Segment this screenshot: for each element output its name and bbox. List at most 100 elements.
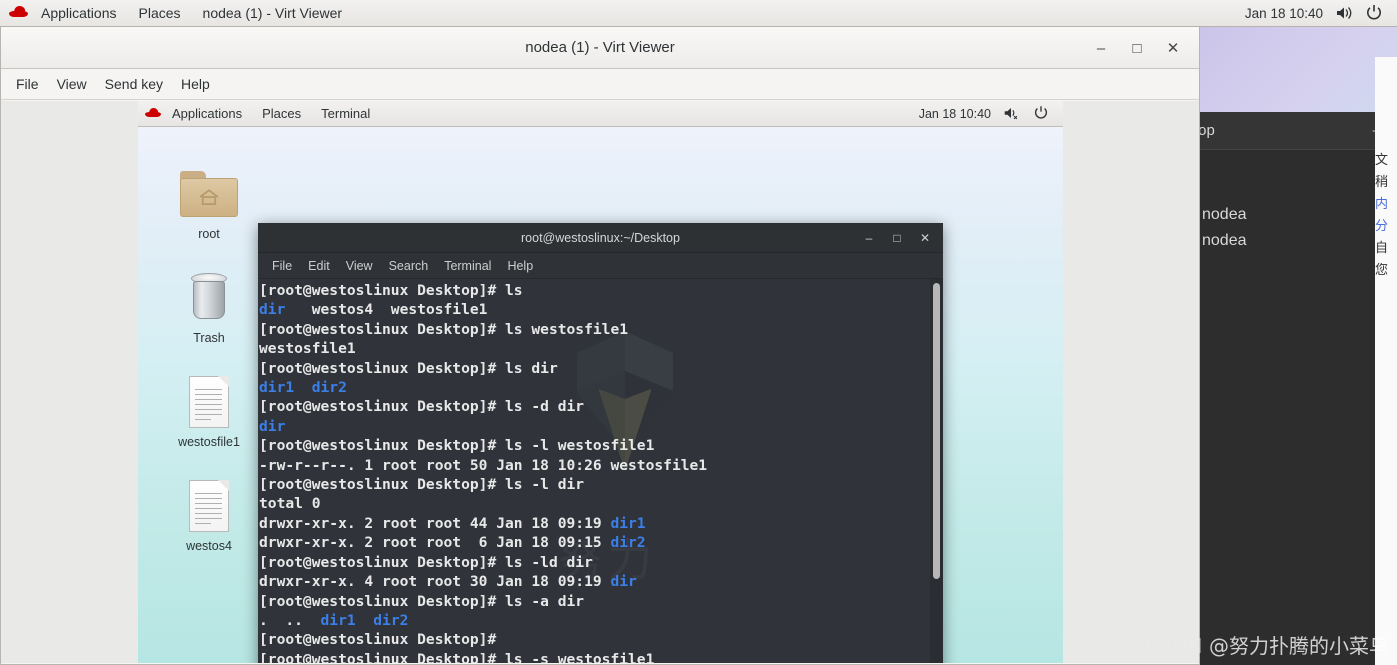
right-edge-char: 您 <box>1375 262 1389 277</box>
shell-command: ls -l westosfile1 <box>505 437 655 455</box>
guest-clock[interactable]: Jan 18 10:40 <box>913 107 997 121</box>
background-window-titlebar[interactable]: top – <box>1180 112 1397 150</box>
shell-command: ls -l dir <box>505 476 585 494</box>
desktop-icon-group: root Trash westosfile1 westos4 <box>154 163 264 579</box>
virt-viewer-window-controls: – □ ✕ <box>1083 27 1191 69</box>
output-text: westos4 westosfile1 <box>285 301 488 319</box>
terminal-prompt-line: [root@westoslinux Desktop]# ls -l westos… <box>259 436 943 455</box>
output-text: . .. <box>259 611 321 629</box>
list-item[interactable]: nodea <box>1202 202 1397 228</box>
terminal-titlebar[interactable]: root@westoslinux:~/Desktop – □ ✕ <box>258 223 943 253</box>
desktop-icon-label: westosfile1 <box>178 435 240 449</box>
terminal-prompt-line: [root@westoslinux Desktop]# ls -l dir <box>259 475 943 494</box>
menu-help[interactable]: Help <box>172 70 219 98</box>
minimize-button[interactable]: – <box>1083 27 1119 69</box>
menu-edit[interactable]: Edit <box>300 254 338 278</box>
terminal-output-line: dir <box>259 417 943 436</box>
document-icon <box>154 475 264 537</box>
watermark-site: CSDN <box>1145 634 1203 658</box>
terminal-prompt-line: [root@westoslinux Desktop]# ls -s westos… <box>259 650 943 663</box>
desktop-icon-label: root <box>198 227 220 241</box>
desktop-icon-label: westos4 <box>186 539 232 553</box>
right-edge-char: 文 <box>1375 152 1389 167</box>
home-folder-icon <box>154 163 264 225</box>
directory-name: dir <box>259 417 286 435</box>
close-button[interactable]: ✕ <box>911 223 939 253</box>
background-window[interactable] <box>1180 112 1397 665</box>
power-icon[interactable] <box>1032 104 1052 124</box>
redhat-logo-icon <box>8 3 30 23</box>
desktop-icon-trash[interactable]: Trash <box>154 267 264 345</box>
terminal-prompt-line: [root@westoslinux Desktop]# ls -ld dir <box>259 553 943 572</box>
host-clock[interactable]: Jan 18 10:40 <box>1239 6 1329 21</box>
terminal-prompt-line: [root@westoslinux Desktop]# ls dir <box>259 359 943 378</box>
shell-command: ls westosfile1 <box>505 320 629 338</box>
places-menu[interactable]: Places <box>128 0 192 26</box>
volume-icon[interactable] <box>1334 3 1354 23</box>
desktop-icon-westosfile1[interactable]: westosfile1 <box>154 371 264 449</box>
guest-vm-screen: Applications Places Terminal Jan 18 10:4… <box>138 101 1063 663</box>
desktop-icon-label: Trash <box>193 331 225 345</box>
active-window-item[interactable]: nodea (1) - Virt Viewer <box>192 0 354 26</box>
directory-name: dir1 <box>610 514 646 532</box>
terminal-output-line: westosfile1 <box>259 339 943 358</box>
minimize-button[interactable]: – <box>855 223 883 253</box>
terminal-output-line: drwxr-xr-x. 2 root root 44 Jan 18 09:19 … <box>259 514 943 533</box>
directory-name: dir2 <box>373 611 409 629</box>
terminal-output-line: total 0 <box>259 494 943 513</box>
shell-prompt: [root@westoslinux Desktop]# <box>259 631 506 649</box>
shell-prompt: [root@westoslinux Desktop]# <box>259 320 506 338</box>
maximize-button[interactable]: □ <box>1119 27 1155 69</box>
document-icon <box>154 371 264 433</box>
power-icon[interactable] <box>1364 3 1384 23</box>
terminal-output-line: -rw-r--r--. 1 root root 50 Jan 18 10:26 … <box>259 456 943 475</box>
menu-view[interactable]: View <box>48 70 96 98</box>
menu-send-key[interactable]: Send key <box>96 70 172 98</box>
terminal-output-line: dir1 dir2 <box>259 378 943 397</box>
guest-terminal-window-item[interactable]: Terminal <box>311 101 380 126</box>
shell-prompt: [root@westoslinux Desktop]# <box>259 650 506 663</box>
guest-applications-menu[interactable]: Applications <box>162 101 252 126</box>
terminal-screen[interactable]: 努力 [root@westoslinux Desktop]# lsdir wes… <box>258 279 943 663</box>
menu-terminal[interactable]: Terminal <box>436 254 499 278</box>
trash-icon <box>154 267 264 329</box>
screen-root: top – nodea nodea 文 稍 内 分 自 您 nodea (1) … <box>0 0 1397 665</box>
csdn-watermark: CSDN @努力扑腾的小菜鸟 <box>1146 630 1389 659</box>
output-text: drwxr-xr-x. 2 root root 6 Jan 18 09:15 <box>259 534 611 552</box>
menu-help[interactable]: Help <box>499 254 541 278</box>
menu-file[interactable]: File <box>264 254 300 278</box>
menu-file[interactable]: File <box>7 70 48 98</box>
shell-command: ls <box>505 282 523 299</box>
directory-name: dir <box>610 573 637 591</box>
terminal-menubar: File Edit View Search Terminal Help <box>258 253 943 279</box>
shell-prompt: [root@westoslinux Desktop]# <box>259 359 506 377</box>
desktop-icon-root[interactable]: root <box>154 163 264 241</box>
redhat-logo-icon <box>144 106 162 122</box>
virt-viewer-viewport: Applications Places Terminal Jan 18 10:4… <box>1 101 1199 663</box>
watermark-author: @努力扑腾的小菜鸟 <box>1209 634 1389 658</box>
maximize-button[interactable]: □ <box>883 223 911 253</box>
shell-command: ls -a dir <box>505 592 585 610</box>
virt-viewer-titlebar[interactable]: nodea (1) - Virt Viewer – □ ✕ <box>1 27 1199 69</box>
shell-command: ls -ld dir <box>505 553 593 571</box>
volume-muted-icon[interactable] <box>1002 104 1022 124</box>
terminal-output: [root@westoslinux Desktop]# ls dir westos… <box>258 279 943 663</box>
menu-search[interactable]: Search <box>381 254 437 278</box>
terminal-prompt-line: [root@westoslinux Desktop]# ls -a dir <box>259 592 943 611</box>
terminal-prompt-line: [root@westoslinux Desktop]# ls <box>259 281 943 300</box>
terminal-prompt-line: [root@westoslinux Desktop]# ls westosfil… <box>259 320 943 339</box>
shell-prompt: [root@westoslinux Desktop]# <box>259 282 506 299</box>
close-button[interactable]: ✕ <box>1155 27 1191 69</box>
guest-places-menu[interactable]: Places <box>252 101 311 126</box>
shell-prompt: [root@westoslinux Desktop]# <box>259 398 506 416</box>
virt-viewer-title: nodea (1) - Virt Viewer <box>525 39 675 56</box>
desktop-icon-westos4[interactable]: westos4 <box>154 475 264 553</box>
virt-viewer-window: nodea (1) - Virt Viewer – □ ✕ File View … <box>0 27 1200 665</box>
menu-view[interactable]: View <box>338 254 381 278</box>
list-item[interactable]: nodea <box>1202 228 1397 254</box>
applications-menu[interactable]: Applications <box>30 0 128 26</box>
output-text: -rw-r--r--. 1 root root 50 Jan 18 10:26 … <box>259 456 708 474</box>
output-text: drwxr-xr-x. 4 root root 30 Jan 18 09:19 <box>259 573 611 591</box>
